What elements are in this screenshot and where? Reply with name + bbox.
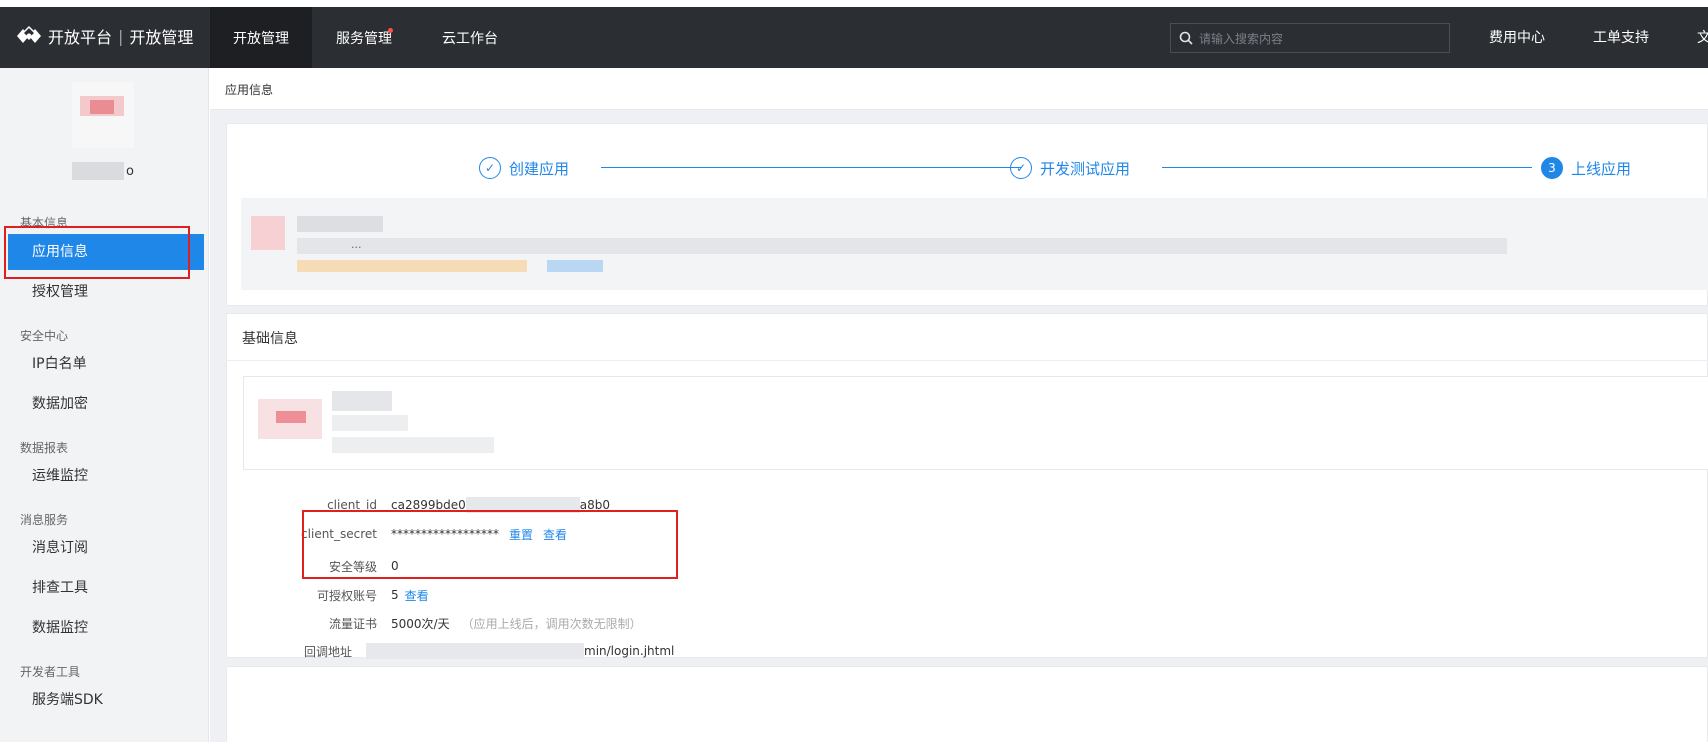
link-ticket-support[interactable]: 工单支持 <box>1593 27 1649 47</box>
step-number: 3 <box>1541 157 1563 179</box>
field-label: 回调地址 <box>303 644 352 659</box>
username: o <box>72 160 134 182</box>
next-card <box>226 666 1708 742</box>
main-content: 应用信息 ✓ 创建应用 ✓ 开发测试应用 3 上线应用 ... 基础信息 cli… <box>210 68 1708 742</box>
sidebar-item-ops-monitoring[interactable]: 运维监控 <box>0 458 209 494</box>
field-authorized-accounts: 可授权账号 5 查看 <box>227 586 429 604</box>
basic-info-card: 基础信息 client_id ca2899bde0 a8b0 client_se… <box>226 313 1708 659</box>
step-label: 开发测试应用 <box>1040 159 1131 178</box>
tab-label: 开放管理 <box>233 30 289 47</box>
app-icon-blur <box>251 216 285 250</box>
field-traffic-certificate: 流量证书 5000次/天 （应用上线后，调用次数无限制） <box>227 614 642 632</box>
sidebar-item-ip-whitelist[interactable]: IP白名单 <box>0 346 209 382</box>
app-logo-blur-core <box>276 411 306 423</box>
redacted-block <box>297 260 527 272</box>
sidebar-section-reports: 数据报表 <box>20 441 69 455</box>
section-title: 基础信息 <box>242 331 298 347</box>
check-icon: ✓ <box>1010 157 1032 179</box>
step-connector <box>1162 167 1532 168</box>
sidebar: o 基本信息 应用信息 授权管理 安全中心 IP白名单 数据加密 数据报表 运维… <box>0 68 209 742</box>
username-redacted <box>72 162 124 180</box>
tab-open-management[interactable]: 开放管理 <box>210 7 312 68</box>
progress-steps-card: ✓ 创建应用 ✓ 开发测试应用 3 上线应用 ... <box>226 123 1708 306</box>
redacted-block <box>332 437 494 453</box>
callback-url-suffix: min/login.jhtml <box>584 644 675 658</box>
sidebar-item-data-encryption[interactable]: 数据加密 <box>0 386 209 422</box>
avatar <box>72 82 134 148</box>
avatar-blur-core <box>90 100 114 114</box>
logo-separator: | <box>118 26 124 46</box>
tab-label: 云工作台 <box>442 30 498 47</box>
page-title-bar: 应用信息 <box>210 68 1708 110</box>
step-go-live: 3 上线应用 <box>1541 157 1631 179</box>
redacted-block <box>297 238 1507 254</box>
field-label: 可授权账号 <box>316 588 377 603</box>
sidebar-item-auth-management[interactable]: 授权管理 <box>0 274 209 310</box>
search-icon <box>1179 31 1193 45</box>
highlight-box <box>4 226 190 279</box>
step-connector <box>601 167 1021 168</box>
notification-dot <box>388 28 393 33</box>
window-top-strip <box>0 0 1708 7</box>
sidebar-item-troubleshooting[interactable]: 排查工具 <box>0 570 209 606</box>
tab-cloud-workbench[interactable]: 云工作台 <box>424 7 516 68</box>
page-title: 应用信息 <box>225 83 274 97</box>
redacted-block <box>297 216 383 232</box>
tab-label: 服务管理 <box>336 30 392 47</box>
top-navigation-bar: 开放平台 | 开放管理 开放管理 服务管理 云工作台 请输入搜索内容 费用中心 … <box>0 0 1708 68</box>
check-icon: ✓ <box>479 157 501 179</box>
username-tail: o <box>126 163 134 179</box>
app-desc-ellipsis: ... <box>351 238 362 251</box>
sidebar-section-security: 安全中心 <box>20 329 69 343</box>
divider <box>227 360 1707 361</box>
logo-subtext: 开放管理 <box>129 28 194 47</box>
sidebar-item-message-subscription[interactable]: 消息订阅 <box>0 530 209 566</box>
search-input[interactable]: 请输入搜索内容 <box>1170 23 1450 53</box>
field-value: 5 <box>391 588 399 602</box>
sidebar-item-server-sdk[interactable]: 服务端SDK <box>0 682 209 718</box>
field-value: 5000次/天 <box>391 616 450 631</box>
step-label: 创建应用 <box>509 159 570 178</box>
redacted-block <box>547 260 603 272</box>
link-docs-truncated[interactable]: 文 <box>1697 27 1708 47</box>
step-develop-test: ✓ 开发测试应用 <box>1010 157 1130 179</box>
traffic-note: （应用上线后，调用次数无限制） <box>461 616 642 631</box>
link-billing-center[interactable]: 费用中心 <box>1489 27 1545 47</box>
field-callback-url: 回调地址 min/login.jhtml <box>202 642 674 660</box>
platform-logo[interactable]: 开放平台 | 开放管理 <box>14 24 193 48</box>
redacted-block <box>332 391 392 411</box>
field-label: 流量证书 <box>328 616 377 631</box>
app-profile-redacted <box>243 376 1708 470</box>
sidebar-section-messages: 消息服务 <box>20 513 69 527</box>
app-summary-redacted: ... <box>241 198 1708 290</box>
sidebar-item-data-monitoring[interactable]: 数据监控 <box>0 610 209 646</box>
step-label: 上线应用 <box>1571 159 1632 178</box>
redacted-block <box>332 415 408 431</box>
callback-url-redacted <box>366 643 584 659</box>
tab-service-management[interactable]: 服务管理 <box>318 7 410 68</box>
logo-text: 开放平台 <box>48 28 113 47</box>
search-placeholder: 请输入搜索内容 <box>1199 31 1284 46</box>
view-accounts-link[interactable]: 查看 <box>405 587 429 604</box>
step-create-app: ✓ 创建应用 <box>479 157 569 179</box>
highlight-box <box>302 510 678 579</box>
logo-icon <box>17 25 41 43</box>
sidebar-section-dev-tools: 开发者工具 <box>20 665 81 679</box>
